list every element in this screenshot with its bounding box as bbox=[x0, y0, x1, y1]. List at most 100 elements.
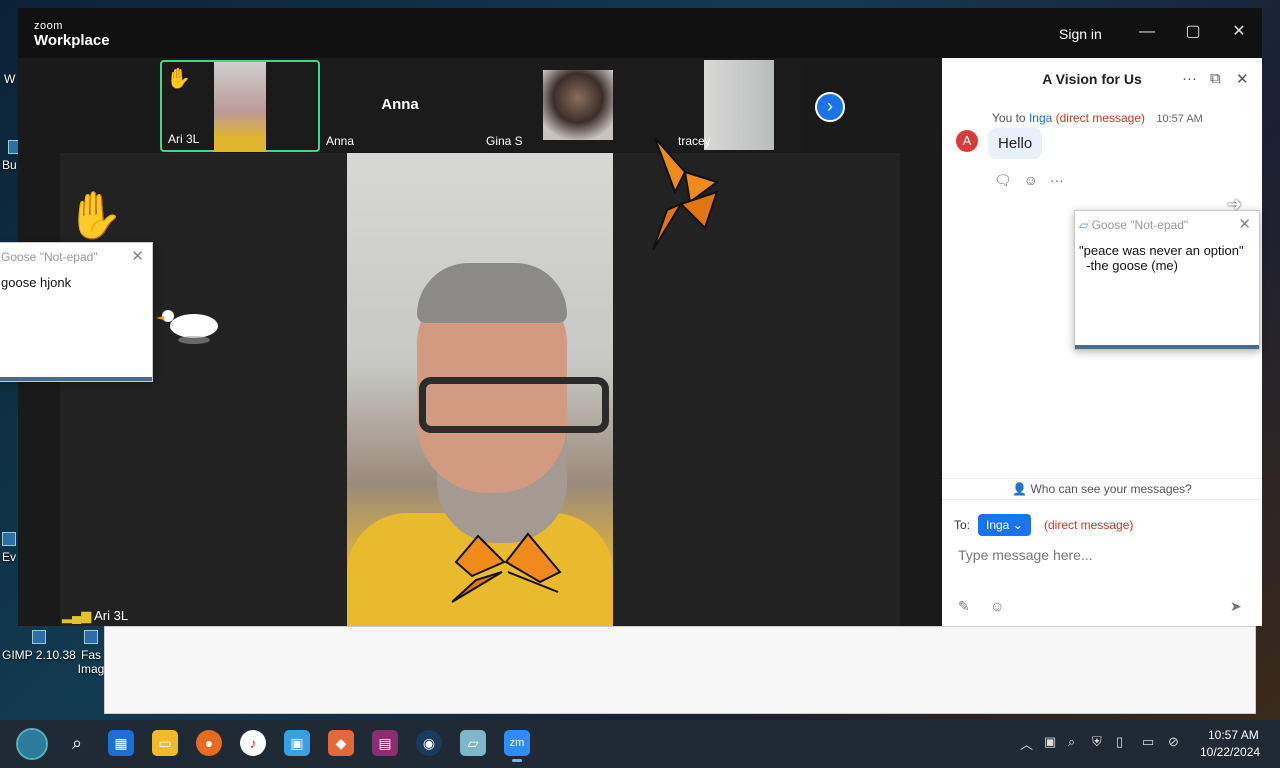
start-icon[interactable] bbox=[16, 728, 48, 760]
network-icon[interactable]: ⊘ bbox=[1168, 734, 1179, 750]
participant-name: Ari 3L bbox=[168, 132, 200, 146]
title-bar: zoom Workplace Sign in — ▢ ✕ bbox=[18, 8, 1262, 58]
clock-date[interactable]: 10/22/2024 bbox=[1200, 745, 1260, 759]
butterfly-overlay-top bbox=[652, 137, 720, 251]
pop-out-icon[interactable]: ⧉ bbox=[1210, 70, 1221, 87]
participant-name: Gina S bbox=[486, 134, 523, 148]
desktop-icon-label: Ev bbox=[2, 550, 17, 564]
recipient-name: Inga bbox=[986, 518, 1010, 532]
close-button[interactable]: ✕ bbox=[1229, 22, 1249, 42]
goose-sprite-icon bbox=[156, 310, 218, 344]
notepad-title: Goose "Not-epad" bbox=[1, 250, 98, 264]
message-to[interactable]: Inga bbox=[1029, 111, 1052, 125]
file-icon bbox=[2, 532, 16, 546]
display-icon[interactable]: ▭ bbox=[1142, 734, 1154, 750]
participant-name: Anna bbox=[326, 134, 355, 148]
message-actions: 🗨 ☺ ··· bbox=[994, 172, 1072, 189]
chat-title: A Vision for Us bbox=[1042, 71, 1142, 87]
shortcut-icon bbox=[31, 630, 46, 644]
notepad-border bbox=[0, 377, 152, 381]
format-icon[interactable]: ✎ bbox=[958, 598, 970, 615]
app-icon[interactable]: ◆ bbox=[328, 730, 354, 756]
notepad-text: goose hjonk bbox=[1, 275, 72, 290]
send-icon[interactable]: ➤ bbox=[1230, 598, 1242, 615]
message-time: 10:57 AM bbox=[1156, 113, 1203, 125]
who-can-see-text: Who can see your messages? bbox=[1030, 482, 1192, 496]
itunes-icon[interactable]: ♪ bbox=[240, 730, 266, 756]
desktop-icon-ev[interactable]: Ev bbox=[2, 532, 16, 564]
zoom-icon[interactable]: zm bbox=[504, 730, 530, 762]
shield-icon[interactable]: ⛨ bbox=[1092, 734, 1102, 750]
close-chat-icon[interactable]: ✕ bbox=[1236, 70, 1249, 88]
search-icon[interactable]: ⌕ bbox=[64, 730, 90, 756]
usb-icon[interactable]: ▯ bbox=[1116, 734, 1123, 750]
notepad-text-line: "peace was never an option" bbox=[1079, 243, 1244, 258]
participant-placeholder-name: Anna bbox=[381, 96, 419, 113]
person-icon: 👤 bbox=[1012, 482, 1028, 496]
notepad-title: Goose "Not-epad" bbox=[1091, 218, 1189, 232]
firefox-icon[interactable]: ● bbox=[196, 730, 222, 756]
recipient-type: (direct message) bbox=[1044, 518, 1134, 532]
search-tray-icon[interactable]: ⌕ bbox=[1068, 734, 1075, 750]
to-label: To: bbox=[954, 518, 971, 532]
speaker-name: Ari 3L bbox=[94, 608, 129, 623]
video-hair bbox=[417, 263, 567, 323]
who-can-see-link[interactable]: 👤 Who can see your messages? bbox=[942, 478, 1262, 500]
zoom-logo-small: zoom bbox=[34, 20, 63, 32]
mouse-cursor-icon: ➜ bbox=[1227, 194, 1243, 214]
desktop-icon-fast-image[interactable]: Fas Imag bbox=[76, 630, 106, 676]
clock-time[interactable]: 10:57 AM bbox=[1208, 728, 1259, 742]
video-glasses bbox=[419, 377, 609, 433]
message-input[interactable] bbox=[958, 544, 1248, 566]
more-icon[interactable]: ··· bbox=[1050, 172, 1064, 188]
message-from: You to bbox=[992, 111, 1026, 125]
notepad-border bbox=[1075, 345, 1259, 349]
desktop-icon-label: Fas Imag bbox=[77, 648, 105, 676]
avatar: A bbox=[956, 130, 978, 152]
background-window bbox=[104, 626, 1256, 714]
participant-tile-gina[interactable]: Gina S bbox=[480, 60, 640, 152]
message-meta: You to Inga (direct message) 10:57 AM bbox=[992, 111, 1203, 125]
participant-tile-anna[interactable]: Anna Anna bbox=[320, 60, 480, 152]
shortcut-icon bbox=[84, 630, 98, 644]
file-explorer-icon[interactable]: ▭ bbox=[152, 730, 178, 756]
recipient-dropdown[interactable]: Inga ⌄ bbox=[978, 514, 1031, 536]
speaker-name-label: ▂▄▆ Ari 3L bbox=[62, 608, 128, 624]
notepad-icon[interactable]: ▱ bbox=[460, 730, 486, 756]
goose-notepad-right[interactable]: ▱ Goose "Not-epad" ✕ "peace was never an… bbox=[1074, 210, 1260, 350]
chevron-up-icon[interactable]: ︿ bbox=[1020, 734, 1033, 753]
notepad-title-bar: Goose "Not-epad" ✕ bbox=[0, 243, 152, 271]
next-page-button[interactable]: › bbox=[815, 92, 845, 122]
reply-icon[interactable]: 🗨 bbox=[994, 172, 1012, 188]
task-view-icon[interactable]: ▦ bbox=[108, 730, 134, 756]
close-icon[interactable]: ✕ bbox=[131, 243, 144, 271]
close-icon[interactable]: ✕ bbox=[1238, 211, 1251, 239]
desktop-icon-label: W bbox=[4, 72, 16, 86]
winrar-icon[interactable]: ▤ bbox=[372, 730, 398, 756]
raise-hand-reaction-icon: ✋ bbox=[66, 189, 124, 241]
desktop-icon-w[interactable]: W bbox=[4, 72, 15, 86]
more-options-icon[interactable]: ··· bbox=[1182, 70, 1197, 87]
taskbar: ⌕ ▦ ▭ ● ♪ ▣ ◆ ▤ ◉ ▱ zm ︿ ▣ ⌕ ⛨ ▯ ▭ ⊘ 10:… bbox=[0, 720, 1280, 768]
store-icon[interactable]: ▣ bbox=[284, 730, 310, 756]
maximize-button[interactable]: ▢ bbox=[1183, 22, 1203, 42]
add-reaction-icon[interactable]: ☺ bbox=[1024, 172, 1038, 188]
participant-video-gina bbox=[543, 70, 613, 140]
teams-icon[interactable]: ▣ bbox=[1044, 734, 1056, 750]
minimize-button[interactable]: — bbox=[1137, 22, 1157, 42]
message-type: (direct message) bbox=[1055, 111, 1146, 125]
notepad-text-line: -the goose (me) bbox=[1079, 258, 1178, 273]
notepad-text-area[interactable]: "peace was never an option" -the goose (… bbox=[1075, 239, 1259, 277]
participant-video-ari bbox=[214, 62, 266, 152]
sign-in-button[interactable]: Sign in bbox=[1059, 26, 1102, 42]
steam-icon[interactable]: ◉ bbox=[416, 730, 442, 756]
zoom-logo-workplace: Workplace bbox=[34, 32, 110, 49]
goose-notepad-left[interactable]: Goose "Not-epad" ✕ goose hjonk bbox=[0, 242, 153, 382]
desktop-icon-gimp[interactable]: GIMP 2.10.38 bbox=[2, 630, 76, 662]
emoji-icon[interactable]: ☺ bbox=[990, 598, 1004, 614]
notepad-text-area[interactable]: goose hjonk bbox=[0, 271, 152, 294]
notepad-icon: ▱ bbox=[1079, 218, 1089, 232]
raise-hand-icon: ✋ bbox=[166, 68, 191, 90]
notepad-title-bar: ▱ Goose "Not-epad" ✕ bbox=[1075, 211, 1259, 239]
participant-tile-ari[interactable]: ✋ Ari 3L bbox=[160, 60, 320, 152]
